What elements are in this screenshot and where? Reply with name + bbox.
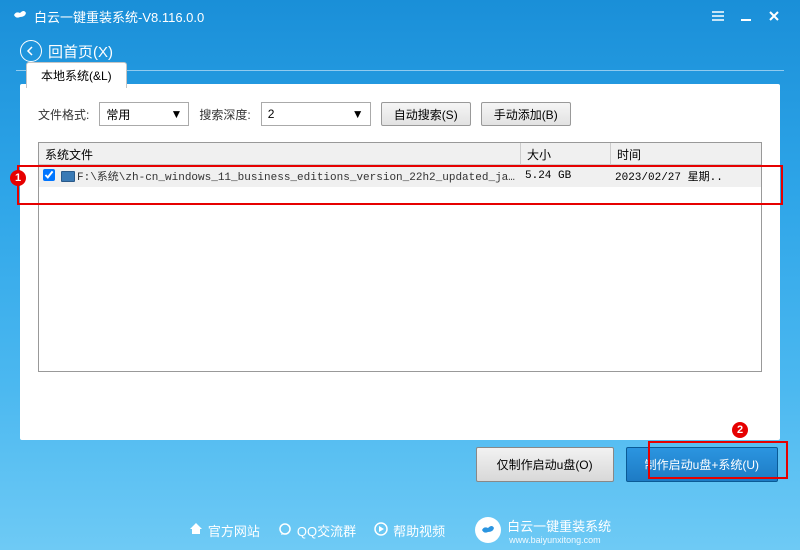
make-usb-system-button[interactable]: 制作启动u盘+系统(U) [626, 447, 778, 482]
row-file-size: 5.24 GB [521, 170, 611, 182]
manual-add-button[interactable]: 手动添加(B) [481, 102, 571, 126]
disk-icon [59, 171, 77, 182]
footer-brand: 白云一键重装系统 www.baiyunxitong.com [475, 516, 611, 545]
row-checkbox-cell [39, 169, 59, 184]
close-button[interactable] [760, 2, 788, 30]
controls-row: 文件格式: 常用 ▼ 搜索深度: 2 ▼ 自动搜索(S) 手动添加(B) [20, 84, 780, 136]
brand-domain: www.baiyunxitong.com [509, 535, 611, 545]
table-header: 系统文件 大小 时间 [39, 143, 761, 165]
table-row[interactable]: F:\系统\zh-cn_windows_11_business_editions… [39, 165, 761, 187]
close-icon [767, 9, 781, 23]
footer-official-site[interactable]: 官方网站 [189, 521, 260, 540]
search-depth-select[interactable]: 2 ▼ [261, 102, 371, 126]
footer-help-video[interactable]: 帮助视频 [374, 521, 445, 540]
chat-icon [278, 522, 292, 539]
minimize-icon [739, 9, 753, 23]
file-format-value: 常用 [106, 106, 162, 123]
search-depth-label: 搜索深度: [199, 106, 250, 123]
titlebar: 白云一键重装系统-V8.116.0.0 [0, 0, 800, 32]
file-format-select[interactable]: 常用 ▼ [99, 102, 189, 126]
row-checkbox[interactable] [43, 169, 55, 181]
header-divider [16, 70, 784, 71]
menu-button[interactable] [704, 2, 732, 30]
bottom-actions: 仅制作启动u盘(O) 制作启动u盘+系统(U) [476, 447, 778, 482]
annotation-badge-1: 1 [10, 170, 26, 186]
brand-logo-icon [475, 517, 501, 543]
search-depth-value: 2 [268, 107, 344, 121]
col-header-date[interactable]: 时间 [611, 143, 761, 164]
tab-local-system[interactable]: 本地系统(&L) [26, 62, 127, 88]
footer-qq-group[interactable]: QQ交流群 [278, 521, 356, 540]
back-home-label: 回首页(X) [48, 41, 113, 62]
col-header-file[interactable]: 系统文件 [39, 143, 521, 164]
annotation-badge-2: 2 [732, 422, 748, 438]
app-logo-icon [12, 7, 28, 26]
file-format-label: 文件格式: [38, 106, 89, 123]
home-icon [189, 522, 203, 539]
auto-search-button[interactable]: 自动搜索(S) [381, 102, 471, 126]
menu-icon [711, 9, 725, 23]
minimize-button[interactable] [732, 2, 760, 30]
play-icon [374, 522, 388, 539]
app-title: 白云一键重装系统-V8.116.0.0 [34, 7, 204, 26]
file-table: 系统文件 大小 时间 F:\系统\zh-cn_windows_11_busine… [38, 142, 762, 372]
col-header-size[interactable]: 大小 [521, 143, 611, 164]
row-file-path: F:\系统\zh-cn_windows_11_business_editions… [77, 168, 521, 184]
chevron-down-icon: ▼ [352, 107, 364, 121]
make-usb-only-button[interactable]: 仅制作启动u盘(O) [476, 447, 614, 482]
back-arrow-icon [20, 40, 42, 62]
footer: 官方网站 QQ交流群 帮助视频 白云一键重装系统 www.baiyunxiton… [0, 510, 800, 550]
chevron-down-icon: ▼ [170, 107, 182, 121]
row-file-date: 2023/02/27 星期.. [611, 168, 761, 184]
main-panel: 本地系统(&L) 文件格式: 常用 ▼ 搜索深度: 2 ▼ 自动搜索(S) 手动… [20, 84, 780, 440]
brand-name: 白云一键重装系统 [507, 516, 611, 535]
